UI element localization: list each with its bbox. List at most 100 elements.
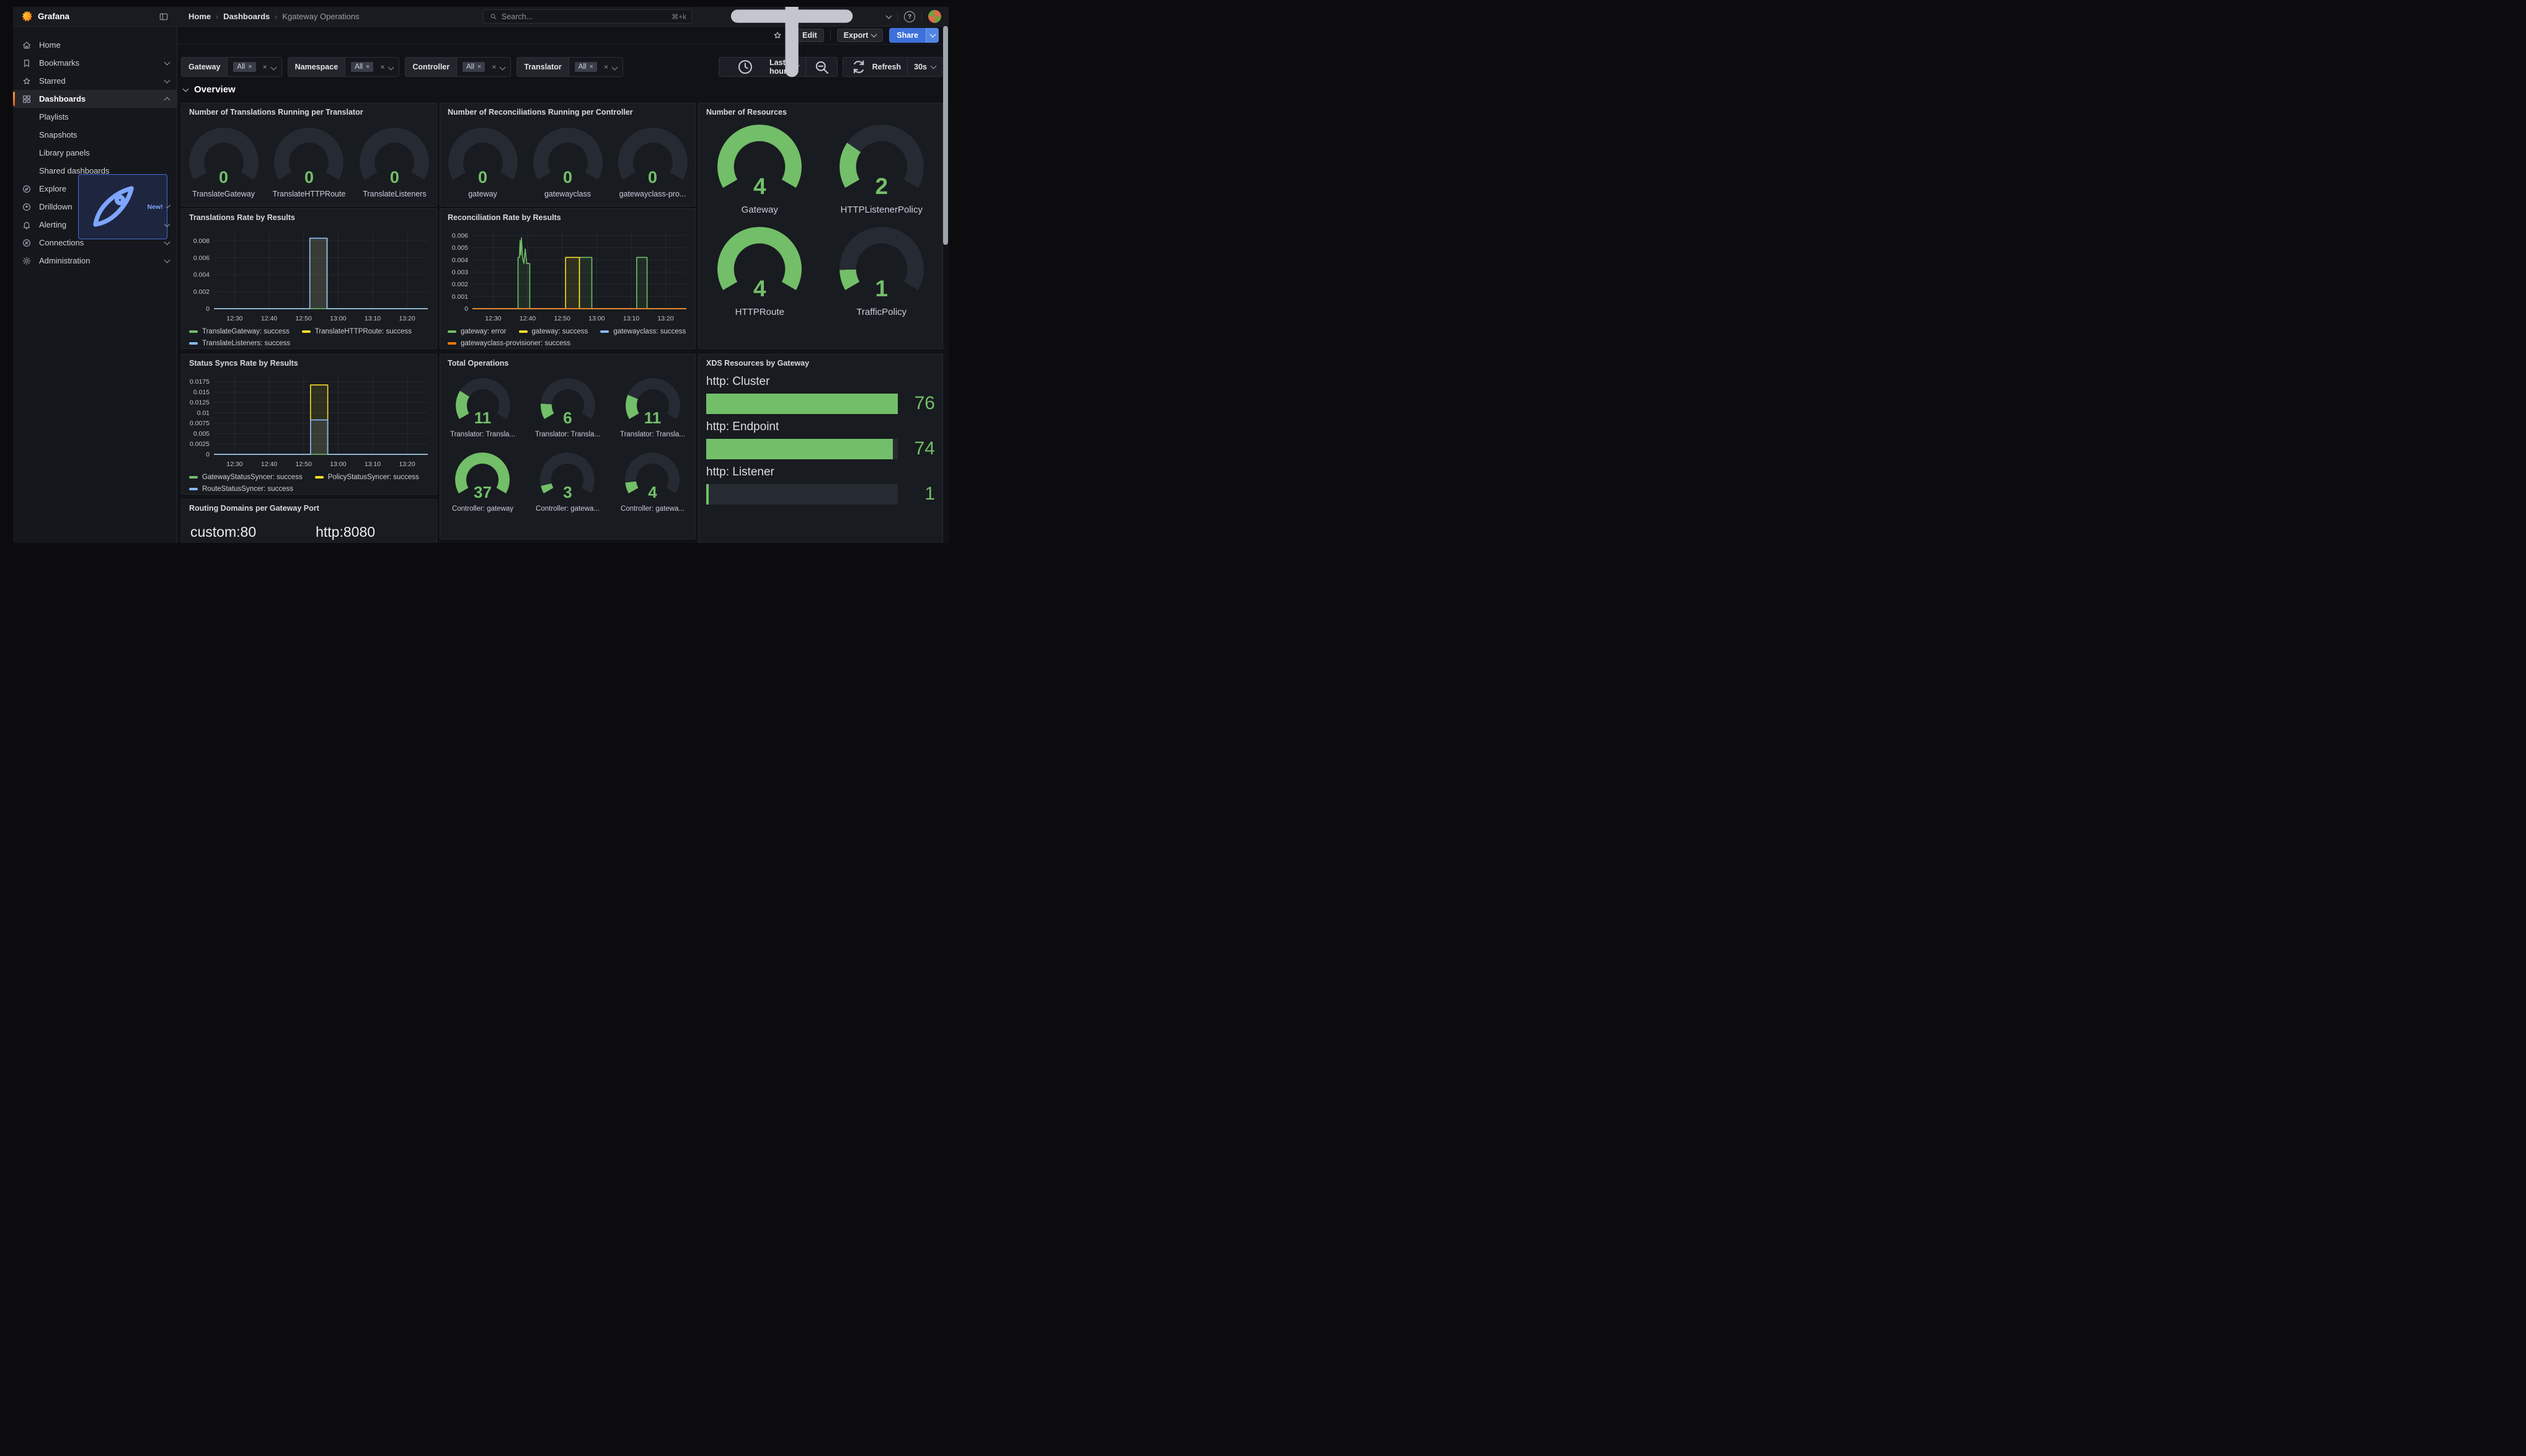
help-icon[interactable]: ?	[904, 11, 915, 22]
svg-text:0.001: 0.001	[452, 293, 468, 301]
sidebar-item-alerting[interactable]: Alerting	[13, 216, 177, 234]
gauge-value: 0	[533, 168, 603, 187]
sidebar-item-library-panels[interactable]: Library panels	[13, 144, 177, 162]
sidebar-item-bookmarks[interactable]: Bookmarks	[13, 54, 177, 72]
gauge-value: 11	[623, 408, 683, 428]
chevron-down-icon	[164, 77, 171, 83]
panel-title[interactable]: XDS Resources by Gateway	[699, 355, 942, 369]
breadcrumb-home[interactable]: Home	[188, 12, 211, 21]
sidebar-item-dashboards[interactable]: Dashboards	[13, 90, 177, 108]
filter-label[interactable]: Gateway	[182, 58, 228, 76]
sidebar-item-connections[interactable]: Connections	[13, 234, 177, 252]
svg-text:0.0175: 0.0175	[190, 378, 210, 386]
legend-item[interactable]: GatewayStatusSyncer: success	[189, 474, 303, 481]
bar-fill	[706, 394, 898, 414]
panel-translations-rate: Translations Rate by Results 00.0020.004…	[181, 208, 437, 349]
filter-gateway[interactable]: GatewayAll××	[181, 57, 282, 77]
filter-namespace[interactable]: NamespaceAll××	[288, 57, 400, 77]
gauge-controller-gatewa-: 4Controller: gatewa...	[621, 449, 685, 513]
breadcrumb-dashboards[interactable]: Dashboards	[223, 12, 270, 21]
remove-value-icon[interactable]: ×	[477, 63, 481, 71]
sidebar-item-drilldown[interactable]: DrilldownNew!	[13, 198, 177, 216]
svg-text:13:20: 13:20	[399, 461, 415, 468]
dashboard-content: GatewayAll××NamespaceAll××ControllerAll×…	[177, 45, 949, 543]
filter-value-chip[interactable]: All×	[233, 62, 255, 72]
remove-value-icon[interactable]: ×	[366, 63, 370, 71]
legend-item[interactable]: gatewayclass: success	[600, 328, 686, 335]
legend-item[interactable]: TranslateListeners: success	[189, 340, 290, 347]
gear-icon	[22, 256, 32, 266]
sidebar-item-label: Connections	[39, 238, 84, 247]
legend-item[interactable]: gateway: success	[519, 328, 588, 335]
sidebar-item-snapshots[interactable]: Snapshots	[13, 126, 177, 144]
gauge-value: 3	[537, 483, 598, 502]
legend-item[interactable]: gatewayclass-provisioner: success	[448, 340, 570, 347]
panel-title[interactable]: Reconciliation Rate by Results	[440, 209, 695, 223]
panel-translations-running: Number of Translations Running per Trans…	[181, 103, 437, 206]
filter-value-chip[interactable]: All×	[463, 62, 485, 72]
sidebar-item-administration[interactable]: Administration	[13, 252, 177, 270]
legend-item[interactable]: TranslateHTTPRoute: success	[302, 328, 412, 335]
bar-gauge-row: http: Cluster76	[699, 369, 942, 414]
filter-label[interactable]: Controller	[405, 58, 457, 76]
sidebar-toggle-icon[interactable]	[159, 12, 169, 22]
sidebar-item-label: Snapshots	[39, 130, 77, 139]
bar-value: 74	[906, 438, 935, 459]
legend-item[interactable]: TranslateGateway: success	[189, 328, 290, 335]
add-button[interactable]	[699, 7, 891, 110]
gauge-value: 0	[618, 168, 688, 187]
gauge-gatewayclass: 0gatewayclass	[533, 128, 603, 198]
panel-reconciliations-running: Number of Reconciliations Running per Co…	[440, 103, 696, 206]
panel-title[interactable]: Number of Translations Running per Trans…	[182, 104, 437, 118]
legend-swatch	[189, 476, 198, 479]
legend-swatch	[600, 330, 609, 333]
gauge-controller-gateway: 37Controller: gateway	[452, 449, 513, 513]
svg-text:0: 0	[464, 306, 468, 313]
sidebar: Home Bookmarks Starred DashboardsPlaylists S…	[13, 26, 177, 543]
brand-section: Grafana	[13, 11, 177, 22]
sidebar-item-starred[interactable]: Starred	[13, 72, 177, 90]
bar-track	[706, 394, 898, 414]
svg-text:12:40: 12:40	[261, 315, 277, 322]
clear-filter-icon[interactable]: ×	[260, 63, 270, 71]
clear-filter-icon[interactable]: ×	[378, 63, 387, 71]
search-input[interactable]: Search... ⌘+k	[483, 9, 693, 24]
panel-title[interactable]: Translations Rate by Results	[182, 209, 437, 223]
time-series-plot: 00.0020.0040.0060.00812:3012:4012:5013:0…	[184, 224, 433, 325]
panel-routing-domains: Routing Domains per Gateway Port custom:…	[181, 499, 437, 543]
panel-title[interactable]: Status Syncs Rate by Results	[182, 355, 437, 369]
sidebar-item-label: Bookmarks	[39, 58, 79, 68]
filter-value-chip[interactable]: All×	[351, 62, 373, 72]
section-overview-header[interactable]: Overview	[184, 84, 236, 95]
gauge-gateway: 0gateway	[448, 128, 518, 198]
panel-title[interactable]: Total Operations	[440, 355, 695, 369]
legend-item[interactable]: PolicyStatusSyncer: success	[315, 474, 419, 481]
svg-text:0.004: 0.004	[193, 271, 210, 279]
panel-status-syncs-rate: Status Syncs Rate by Results 00.00250.00…	[181, 354, 437, 495]
sidebar-item-playlists[interactable]: Playlists	[13, 108, 177, 126]
panel-title[interactable]: Routing Domains per Gateway Port	[182, 500, 437, 514]
brand-name: Grafana	[38, 12, 69, 21]
legend-item[interactable]: RouteStatusSyncer: success	[189, 485, 293, 493]
gauge-value: 0	[274, 168, 343, 187]
top-nav-bar: Grafana Home › Dashboards › Kgateway Ope…	[13, 7, 949, 27]
gauge-value: 0	[360, 168, 429, 187]
svg-text:0: 0	[206, 451, 210, 459]
sidebar-item-label: Starred	[39, 76, 66, 86]
filter-label[interactable]: Namespace	[288, 58, 346, 76]
chevron-down-icon	[164, 221, 171, 227]
svg-text:0.0025: 0.0025	[190, 441, 210, 448]
remove-value-icon[interactable]: ×	[248, 63, 252, 71]
legend-item[interactable]: gateway: error	[448, 328, 507, 335]
svg-text:13:20: 13:20	[657, 315, 673, 322]
sidebar-item-home[interactable]: Home	[13, 36, 177, 54]
svg-text:0.006: 0.006	[452, 232, 468, 239]
svg-text:13:10: 13:10	[365, 461, 381, 468]
scrollbar-thumb[interactable]	[943, 26, 948, 245]
gauge-value: 1	[835, 276, 928, 302]
svg-text:0.005: 0.005	[452, 244, 468, 252]
chevron-down-icon	[886, 12, 892, 19]
panel-xds-resources: XDS Resources by Gateway http: Cluster76…	[698, 354, 943, 543]
bar-fill	[706, 484, 709, 505]
avatar[interactable]	[928, 10, 941, 23]
